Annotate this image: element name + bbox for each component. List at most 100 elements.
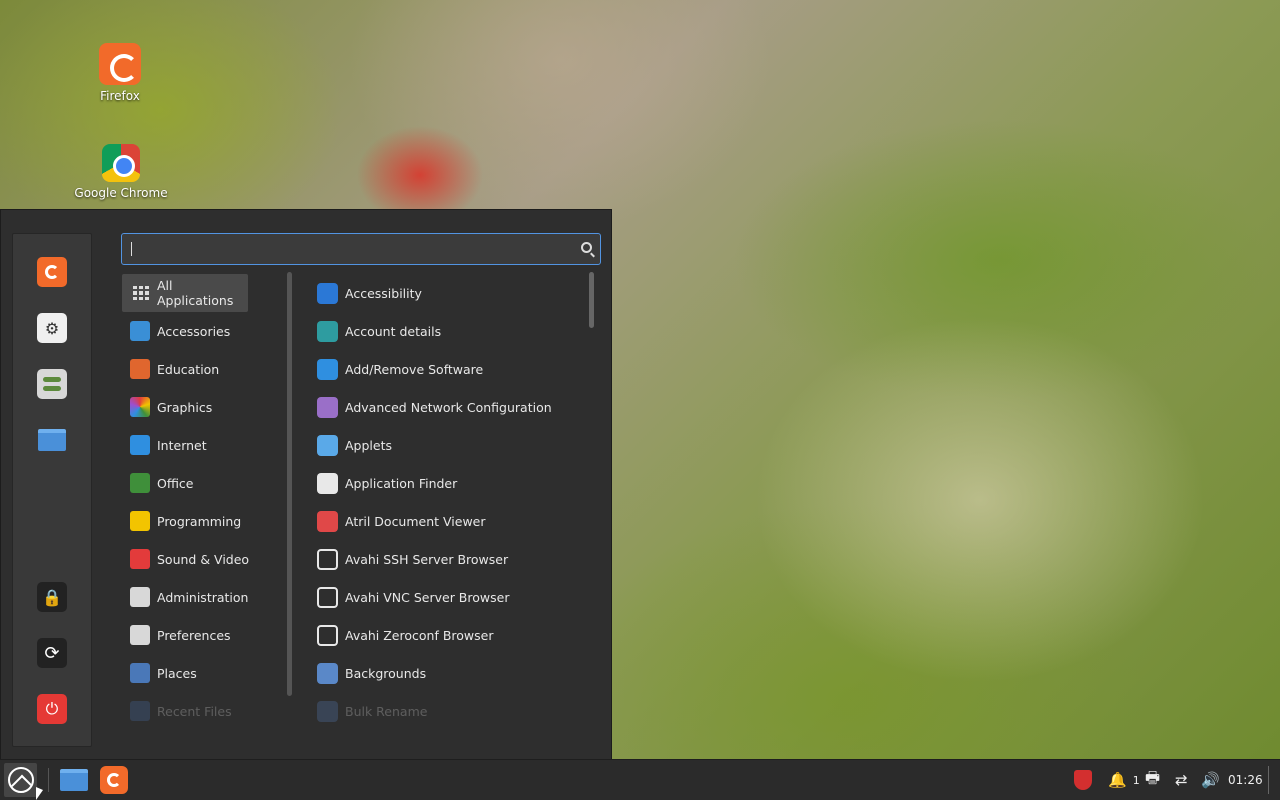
rename-icon (317, 700, 338, 722)
category-education[interactable]: Education (122, 350, 282, 388)
finder-icon (317, 472, 338, 494)
chrome-icon (102, 144, 140, 182)
menu-logo-icon (7, 767, 34, 793)
backgrounds-icon (317, 662, 338, 684)
category-office[interactable]: Office (122, 464, 282, 502)
app-avahi-ssh-server-browser[interactable]: Avahi SSH Server Browser (311, 540, 581, 578)
graphics-icon (130, 397, 150, 417)
favorites-sidebar: ⚙ 🔒 ⟳ ⏻ (12, 233, 92, 747)
app-label: Add/Remove Software (345, 361, 484, 377)
bottom-panel: 🔔 1 🖶 ⇄ 🔊 01:26 (0, 759, 1280, 800)
app-label: Avahi SSH Server Browser (345, 551, 509, 567)
app-label: Account details (345, 323, 442, 339)
education-icon (130, 359, 150, 379)
search-field[interactable] (121, 233, 601, 265)
app-label: Avahi VNC Server Browser (345, 589, 510, 605)
category-label: Graphics (157, 399, 213, 415)
settings-icon: ⚙ (44, 318, 60, 338)
category-accessories[interactable]: Accessories (122, 312, 282, 350)
category-list: All Applications Accessories Education G… (122, 274, 282, 724)
accessories-icon (130, 321, 150, 341)
category-label: Accessories (157, 323, 231, 339)
app-avahi-vnc-server-browser[interactable]: Avahi VNC Server Browser (311, 578, 581, 616)
network-disconnected-icon: ⇄ (1175, 771, 1188, 789)
favorite-settings[interactable]: ⚙ (37, 313, 67, 343)
clock[interactable]: 01:26 (1228, 760, 1263, 800)
panel-edge (1268, 760, 1269, 800)
recent-files-icon (130, 701, 150, 721)
category-label: All Applications (157, 278, 234, 308)
app-applets[interactable]: Applets (311, 426, 581, 464)
app-bulk-rename[interactable]: Bulk Rename (311, 692, 581, 724)
panel-launcher-firefox[interactable] (98, 764, 130, 796)
category-places[interactable]: Places (122, 654, 282, 692)
app-avahi-zeroconf-browser[interactable]: Avahi Zeroconf Browser (311, 616, 581, 654)
clock-time: 01:26 (1228, 773, 1263, 787)
app-label: Backgrounds (345, 665, 427, 681)
lock-icon: 🔒 (42, 587, 62, 607)
category-label: Preferences (157, 627, 231, 643)
panel-launcher-files[interactable] (58, 764, 90, 796)
favorite-firefox[interactable] (37, 257, 67, 287)
preferences-icon (130, 625, 150, 645)
notifications-tray[interactable]: 🔔 1 (1108, 760, 1140, 800)
sound-video-icon (130, 549, 150, 569)
account-icon (317, 320, 338, 342)
volume-tray[interactable]: 🔊 (1201, 760, 1220, 800)
programming-icon (130, 511, 150, 531)
app-accessibility[interactable]: Accessibility (311, 274, 581, 312)
preferences-icon (43, 377, 61, 391)
places-icon (130, 663, 150, 683)
search-icon (581, 242, 592, 253)
favorite-preferences[interactable] (37, 369, 67, 399)
category-preferences[interactable]: Preferences (122, 616, 282, 654)
search-input[interactable] (134, 240, 574, 258)
desktop-icon-firefox[interactable]: Firefox (70, 43, 170, 103)
volume-icon: 🔊 (1201, 771, 1220, 789)
printer-icon: 🖶 (1145, 767, 1161, 787)
logout-button[interactable]: ⟳ (37, 638, 67, 668)
app-label: Advanced Network Configuration (345, 399, 552, 415)
monitor-icon (317, 548, 338, 570)
category-sound-video[interactable]: Sound & Video (122, 540, 282, 578)
app-add-remove-software[interactable]: Add/Remove Software (311, 350, 581, 388)
category-recent-files[interactable]: Recent Files (122, 692, 282, 724)
app-label: Accessibility (345, 285, 422, 301)
category-programming[interactable]: Programming (122, 502, 282, 540)
category-label: Sound & Video (157, 551, 250, 567)
lock-screen-button[interactable]: 🔒 (37, 582, 67, 612)
atril-icon (317, 510, 338, 532)
firefox-icon (99, 43, 141, 85)
application-scrollbar[interactable] (589, 272, 594, 328)
category-scrollbar[interactable] (287, 272, 292, 696)
category-label: Administration (157, 589, 249, 605)
category-administration[interactable]: Administration (122, 578, 282, 616)
firefox-icon (100, 766, 128, 794)
favorite-files[interactable] (37, 425, 67, 455)
app-atril-document-viewer[interactable]: Atril Document Viewer (311, 502, 581, 540)
app-advanced-network-configuration[interactable]: Advanced Network Configuration (311, 388, 581, 426)
category-label: Programming (157, 513, 242, 529)
category-graphics[interactable]: Graphics (122, 388, 282, 426)
shutdown-button[interactable]: ⏻ (37, 694, 67, 724)
app-account-details[interactable]: Account details (311, 312, 581, 350)
mouse-cursor (36, 787, 43, 800)
network-tray[interactable]: ⇄ (1175, 760, 1188, 800)
security-tray[interactable] (1074, 760, 1092, 800)
category-all-applications[interactable]: All Applications (122, 274, 248, 312)
desktop-icon-label: Google Chrome (74, 186, 168, 200)
app-backgrounds[interactable]: Backgrounds (311, 654, 581, 692)
shield-icon (1074, 770, 1092, 790)
printer-tray[interactable]: 🖶 (1145, 760, 1160, 800)
menu-button[interactable] (4, 763, 37, 797)
power-icon: ⏻ (45, 699, 59, 718)
administration-icon (130, 587, 150, 607)
category-internet[interactable]: Internet (122, 426, 282, 464)
logout-icon: ⟳ (44, 642, 60, 664)
monitor-icon (317, 586, 338, 608)
desktop-icon-chrome[interactable]: Google Chrome (71, 144, 171, 200)
office-icon (130, 473, 150, 493)
app-application-finder[interactable]: Application Finder (311, 464, 581, 502)
applets-icon (317, 434, 338, 456)
notifications-count: 1 (1132, 773, 1140, 787)
